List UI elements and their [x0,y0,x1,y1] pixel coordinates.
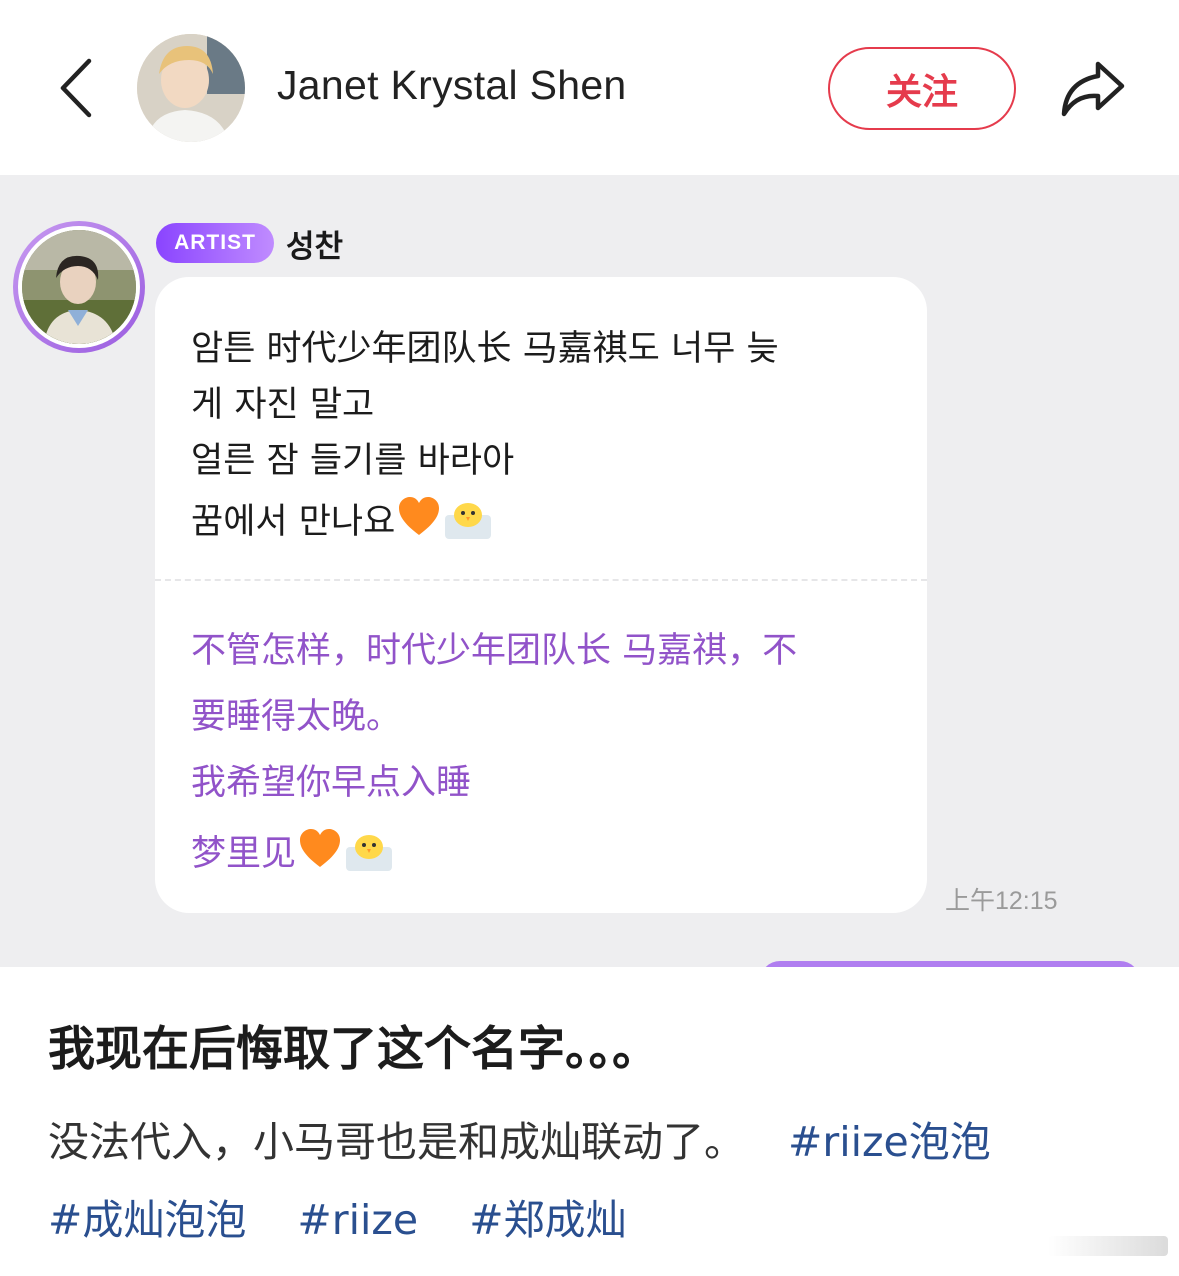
message-line-text: 꿈에서 만나요 [191,502,396,542]
artist-avatar-ring [13,221,145,353]
message-line-last: 꿈에서 만나요 [191,495,493,544]
post-body-text: 没法代入，小马哥也是和成灿联动了。 [48,1118,745,1166]
follow-button[interactable]: 关注 [828,47,1016,130]
back-button[interactable] [48,52,104,124]
hashtag-link[interactable]: #riize [297,1196,418,1244]
translation-line-text: 梦里见 [191,834,297,874]
orange-heart-icon [399,497,440,535]
artist-photo [22,230,136,344]
hashtag-link[interactable]: #郑成灿 [469,1196,626,1244]
translation-divider [155,579,927,581]
message-bubble: 암튼 时代少年团队长 马嘉祺도 너무 늦 게 자진 말고 얼른 잠 들기를 바라… [155,277,927,913]
chat-screenshot[interactable]: ARTIST 성찬 암튼 时代少年团队长 马嘉祺도 너무 늦 게 자진 말고 얼… [0,175,1179,967]
post-hashtags: #成灿泡泡 #riize #郑成灿 [48,1186,627,1246]
chick-icon [445,503,492,539]
author-photo [137,34,245,142]
orange-heart-icon [300,829,341,867]
chevron-left-icon [60,58,92,118]
hashtag-link[interactable]: #riize泡泡 [788,1118,991,1166]
top-bar: Janet Krystal Shen 关注 [0,0,1179,175]
watermark [1048,1236,1168,1256]
translation-line: 我希望你早点入睡 [191,763,472,803]
author-name[interactable]: Janet Krystal Shen [277,62,627,109]
message-line: 암튼 时代少年团队长 马嘉祺도 너무 늦 [191,329,779,369]
author-avatar[interactable] [137,34,245,142]
chick-icon [346,835,393,871]
message-line: 얼른 잠 들기를 바라아 [191,441,515,481]
artist-avatar [22,230,136,344]
post-body: 没法代入，小马哥也是和成灿联动了。 #riize泡泡 [48,1108,991,1168]
artist-badge: ARTIST [156,223,274,263]
message-line: 게 자진 말고 [191,385,375,425]
hashtag-link[interactable]: #成灿泡泡 [48,1196,246,1244]
message-time: 上午12:15 [945,887,1058,915]
translation-line: 不管怎样，时代少年团队长 马嘉祺，不 [191,631,798,671]
translation-line: 要睡得太晚。 [191,697,402,737]
translation-line-last: 梦里见 [191,827,394,876]
sender-name: 성찬 [286,229,344,265]
next-message-edge [760,961,1140,967]
post-title: 我现在后悔取了这个名字。。。 [48,1022,659,1077]
share-arrow-icon [1061,61,1125,117]
share-button[interactable] [1052,52,1132,124]
